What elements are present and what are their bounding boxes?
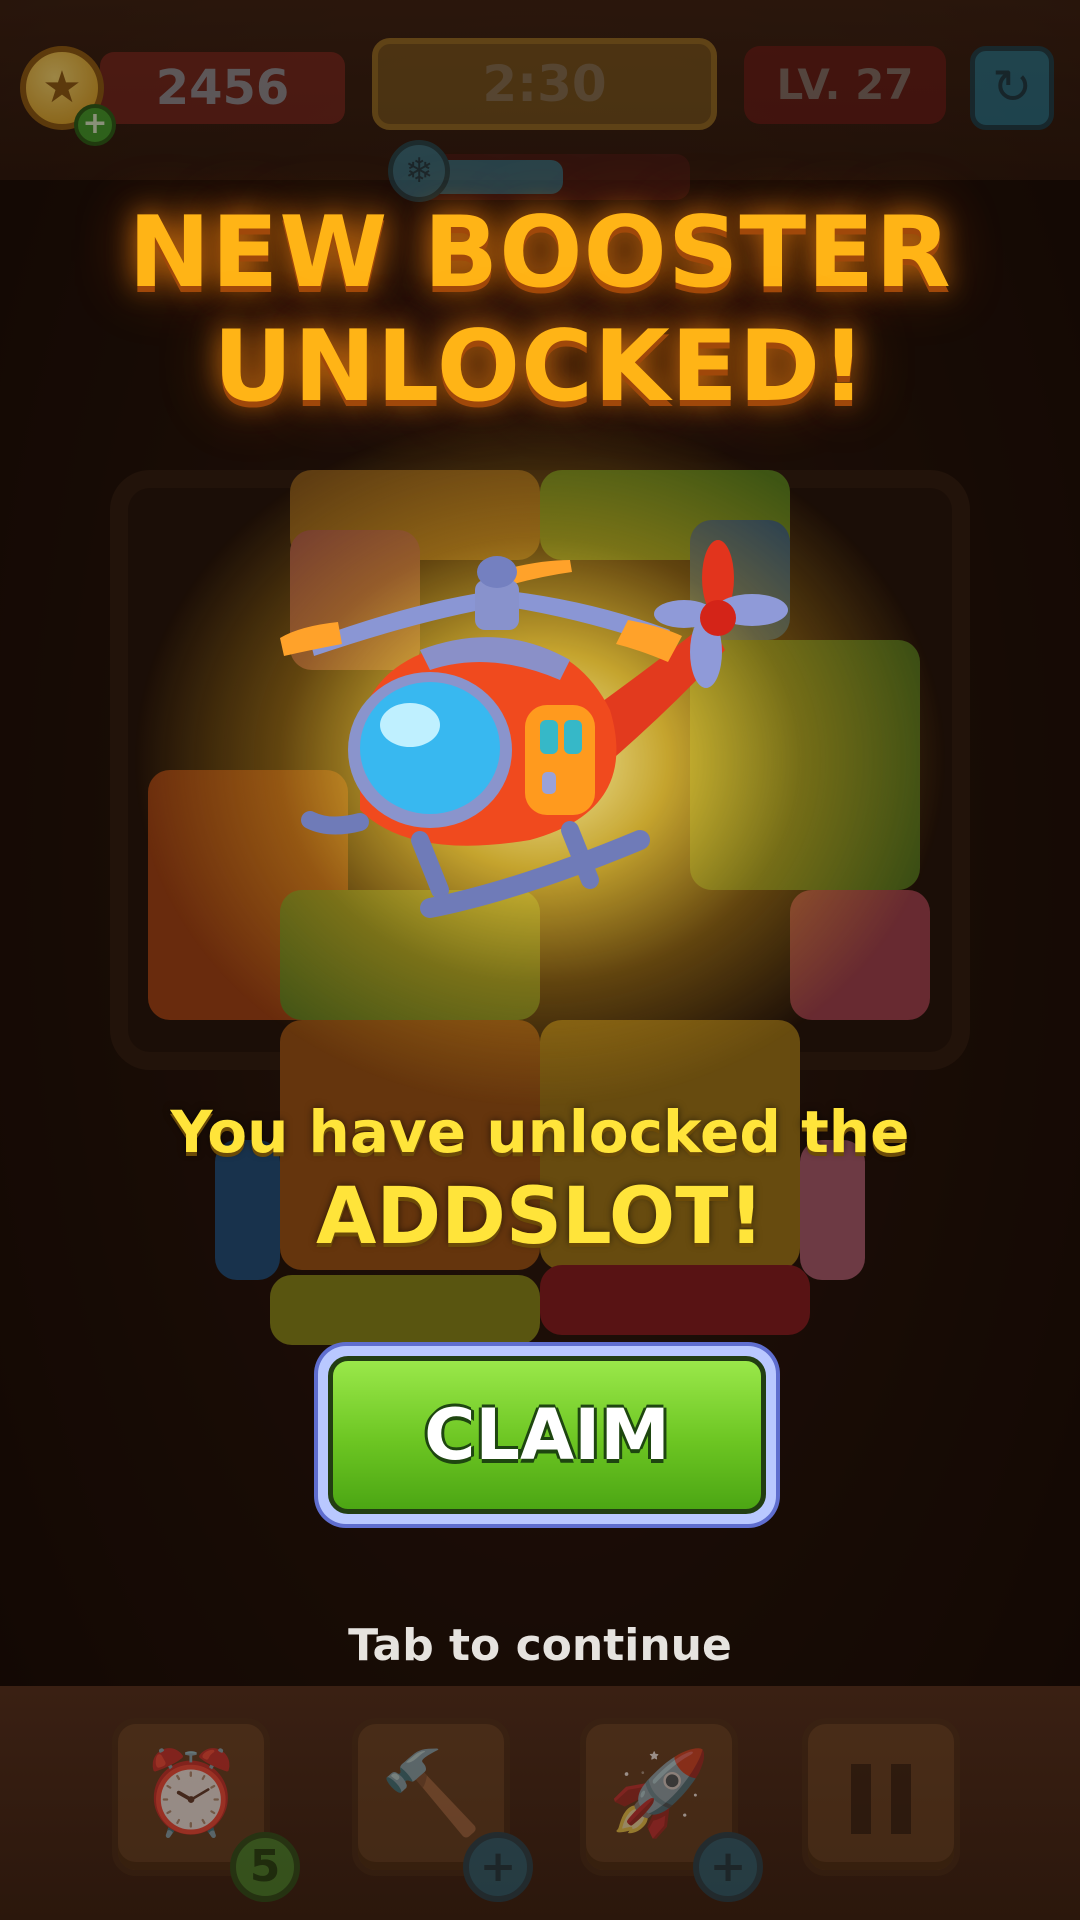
helicopter-icon — [280, 540, 788, 918]
restart-icon: ↻ — [991, 59, 1033, 115]
coin-count: 2456 — [100, 52, 345, 124]
alarm-clock-icon: ⏰ — [139, 1746, 243, 1841]
add-coins-button[interactable]: + — [74, 104, 116, 146]
level-indicator: LV. 27 — [744, 46, 946, 124]
freeze-count-badge: 5 — [230, 1832, 300, 1902]
hammer-icon: 🔨 — [379, 1746, 483, 1841]
tap-to-continue[interactable]: Tab to continue — [0, 1620, 1080, 1671]
restart-button[interactable]: ↻ — [970, 46, 1054, 130]
popup-title-line2: UNLOCKED! — [213, 310, 867, 424]
unlock-message: You have unlocked the — [170, 1098, 910, 1166]
claim-button[interactable]: CLAIM — [318, 1346, 776, 1524]
claim-button-label: CLAIM — [328, 1356, 766, 1514]
popup-title-line1: NEW BOOSTER — [128, 196, 952, 310]
pause-icon — [851, 1764, 911, 1834]
firework-rocket-icon: 🚀 — [607, 1746, 711, 1841]
booster-name: ADDSLOT! — [315, 1172, 765, 1262]
add-hammer-button[interactable]: + — [463, 1832, 533, 1902]
snowflake-clock-icon: ❄ — [388, 140, 450, 202]
add-firework-button[interactable]: + — [693, 1832, 763, 1902]
pause-button[interactable] — [802, 1718, 960, 1876]
timer: 2:30 — [372, 38, 717, 130]
